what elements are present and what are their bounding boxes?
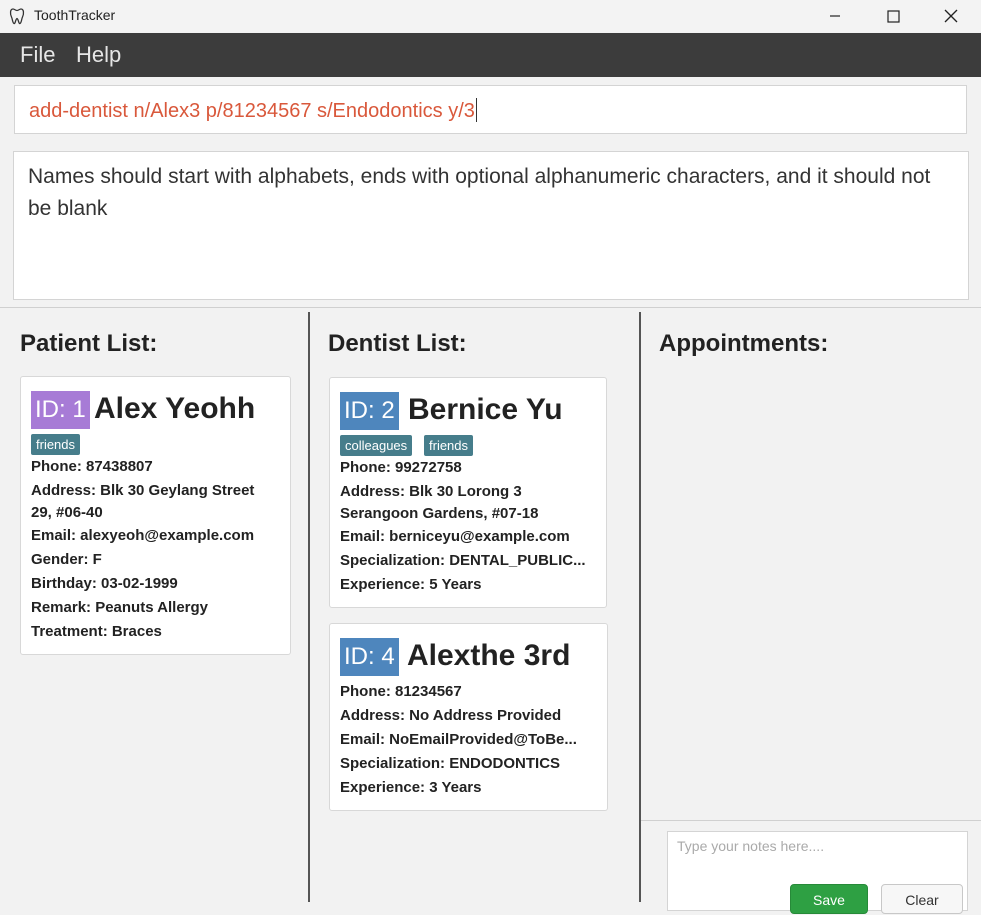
dentist-name: Bernice Yu [408,393,563,426]
result-message: Names should start with alphabets, ends … [28,165,931,220]
dentist-specialization: Specialization: ENDODONTICS [340,755,561,772]
dentist-card[interactable]: ID: 4 Alexthe 3rd Phone: 81234567 Addres… [329,623,608,811]
dentist-card[interactable]: ID: 2 Bernice Yu colleagues friends Phon… [329,377,607,608]
command-input[interactable]: add-dentist n/Alex3 p/81234567 s/Endodon… [14,85,967,134]
appointments-title: Appointments: [659,330,829,357]
patient-address: Address: Blk 30 Geylang Street 29, #06-4… [31,482,255,521]
dentist-email: Email: NoEmailProvided@ToBe... [340,731,577,748]
dentist-id-badge: ID: 2 [340,392,399,430]
dentist-specialization: Specialization: DENTAL_PUBLIC... [340,552,586,569]
patient-birthday: Birthday: 03-02-1999 [31,575,178,592]
tag: friends [424,435,474,456]
maximize-button[interactable] [864,0,922,32]
title-bar: ToothTracker [0,0,981,32]
maximize-icon [886,9,900,23]
close-button[interactable] [922,0,980,32]
tag: friends [31,434,81,455]
dentist-phone: Phone: 99272758 [340,459,462,476]
menu-help[interactable]: Help [76,42,121,68]
minimize-icon [830,15,840,17]
save-button[interactable]: Save [790,884,868,914]
patient-remark: Remark: Peanuts Allergy [31,599,209,616]
dentist-experience: Experience: 5 Years [340,576,482,593]
tag: colleagues [340,435,413,456]
dentist-email: Email: berniceyu@example.com [340,528,570,545]
window-title: ToothTracker [34,7,116,23]
column-divider[interactable] [639,312,641,902]
close-icon [944,9,958,23]
dentist-phone: Phone: 81234567 [340,683,462,700]
result-display[interactable]: Names should start with alphabets, ends … [13,151,969,300]
dentist-address: Address: Blk 30 Lorong 3 Serangoon Garde… [340,483,539,522]
menu-bar: File Help [0,33,981,77]
patient-list-title: Patient List: [20,330,158,357]
menu-file[interactable]: File [20,42,55,68]
dentist-address: Address: No Address Provided [340,707,562,724]
notes-input[interactable] [677,838,957,854]
patient-card[interactable]: ID: 1 Alex Yeohh friends Phone: 87438807… [20,376,291,655]
text-caret [475,98,477,122]
dentist-name: Alexthe 3rd [407,639,571,672]
patient-email: Email: alexyeoh@example.com [31,527,255,544]
patient-id-badge: ID: 1 [31,391,90,429]
divider [641,820,981,821]
column-divider[interactable] [308,312,310,902]
patient-phone: Phone: 87438807 [31,458,153,475]
command-text: add-dentist n/Alex3 p/81234567 s/Endodon… [29,100,475,122]
tooth-app-icon [8,6,28,26]
dentist-experience: Experience: 3 Years [340,779,482,796]
patient-gender: Gender: F [31,551,102,568]
patient-name: Alex Yeohh [94,392,256,425]
patient-treatment: Treatment: Braces [31,623,162,640]
dentist-list-title: Dentist List: [328,330,467,357]
divider [0,307,981,308]
minimize-button[interactable] [806,0,864,32]
dentist-id-badge: ID: 4 [340,638,399,676]
clear-button[interactable]: Clear [881,884,963,914]
